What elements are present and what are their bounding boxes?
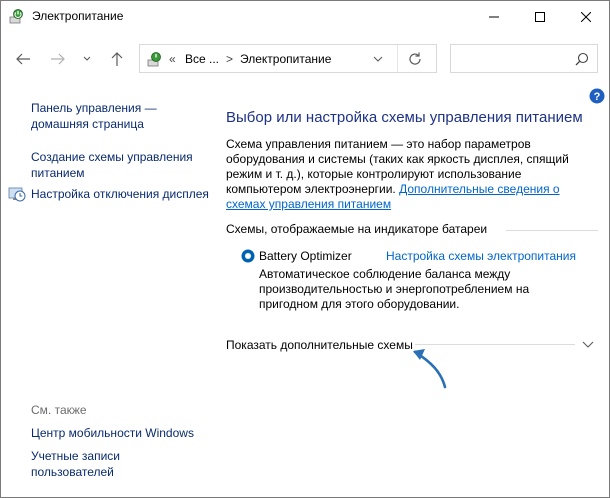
close-icon (581, 11, 591, 22)
battery-plans-heading: Схемы, отображаемые на индикаторе батаре… (226, 222, 488, 236)
search-icon (575, 52, 589, 66)
recent-locations-button[interactable] (79, 49, 95, 69)
chevron-down-icon (83, 56, 91, 61)
minimize-icon (489, 16, 499, 17)
breadcrumb-overflow[interactable]: « (169, 52, 176, 66)
maximize-button[interactable] (517, 1, 563, 32)
window-title: Электропитание (32, 9, 124, 23)
clock-monitor-icon (8, 187, 26, 202)
arrow-left-icon (16, 53, 30, 65)
arrow-up-icon (111, 52, 123, 66)
see-also-heading: См. также (31, 403, 87, 417)
up-button[interactable] (107, 49, 127, 69)
plan-description: Автоматическое соблюдение баланса между … (259, 267, 530, 311)
back-button[interactable] (13, 49, 33, 69)
power-options-window: Электропитание « Все ... > Электропитани… (0, 0, 610, 498)
section-divider (506, 230, 598, 231)
sidebar-link-create-power-plan[interactable]: Создание схемы управления питанием (31, 149, 211, 181)
minimize-button[interactable] (471, 1, 517, 32)
sidebar-link-user-accounts[interactable]: Учетные записи пользователей (31, 448, 191, 480)
address-bar[interactable]: « Все ... > Электропитание (139, 44, 437, 73)
power-options-icon (9, 9, 23, 24)
plan-settings-link[interactable]: Настройка схемы электропитания (386, 249, 576, 263)
show-more-plans[interactable]: Показать дополнительные схемы (226, 338, 413, 352)
breadcrumb-all-items[interactable]: Все ... (185, 52, 219, 66)
breadcrumb-separator[interactable]: > (226, 52, 233, 66)
sidebar-link-control-panel-home[interactable]: Панель управления — домашняя страница (31, 100, 211, 132)
chevron-down-icon[interactable] (372, 53, 384, 65)
chevron-down-icon[interactable] (581, 338, 595, 350)
title-bar[interactable]: Электропитание (1, 1, 609, 32)
content-area: ? Панель управления — домашняя страница … (1, 82, 609, 497)
forward-button[interactable] (48, 49, 68, 69)
search-box[interactable] (450, 44, 598, 73)
plan-name[interactable]: Battery Optimizer (259, 249, 352, 263)
help-icon[interactable]: ? (589, 88, 605, 104)
annotation-arrow-icon (413, 349, 447, 389)
maximize-icon (535, 11, 545, 22)
sidebar-link-mobility-center[interactable]: Центр мобильности Windows (31, 425, 194, 441)
arrow-right-icon (51, 53, 65, 65)
close-button[interactable] (563, 1, 609, 32)
breadcrumb-current[interactable]: Электропитание (240, 52, 331, 66)
refresh-icon[interactable] (407, 51, 423, 67)
sidebar-link-display-off-settings[interactable]: Настройка отключения дисплея (31, 186, 211, 202)
plan-radio-button[interactable] (241, 249, 255, 263)
page-description: Схема управления питанием — это набор па… (226, 137, 571, 212)
svg-text:?: ? (594, 91, 601, 103)
power-options-icon (147, 52, 161, 67)
navigation-bar: « Все ... > Электропитание (1, 32, 609, 82)
page-title: Выбор или настройка схемы управления пит… (226, 109, 583, 126)
address-divider (397, 45, 398, 72)
